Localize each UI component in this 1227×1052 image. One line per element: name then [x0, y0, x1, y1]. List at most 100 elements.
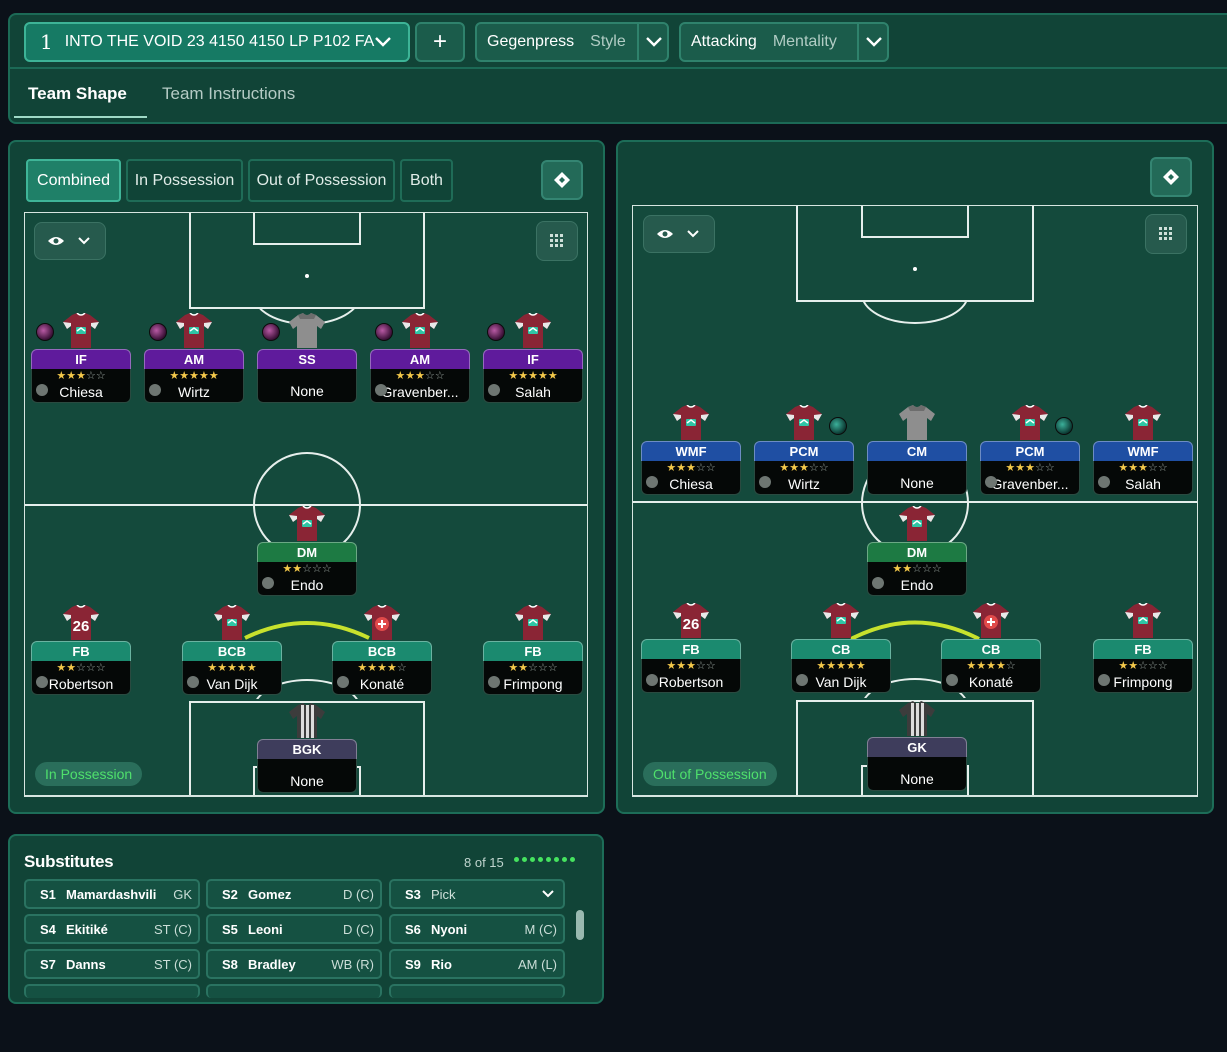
- substitute-slot[interactable]: [24, 984, 200, 998]
- role-rating-stars: ★★☆☆☆: [1118, 660, 1168, 672]
- player-card[interactable]: WMF ★★★☆☆ Chiesa: [641, 405, 741, 495]
- player-info: ★★★☆☆ Gravenber...: [370, 369, 470, 403]
- chevron-down-icon: [646, 37, 662, 47]
- player-card[interactable]: BCB ★★★★☆ Konaté: [332, 605, 432, 695]
- role-badge: WMF: [641, 441, 741, 461]
- player-info: None: [867, 757, 967, 791]
- role-badge: PCM: [980, 441, 1080, 461]
- substitute-name: Danns: [66, 956, 106, 972]
- player-card[interactable]: BGK None: [257, 703, 357, 793]
- role-badge: BGK: [257, 739, 357, 759]
- player-info: ★★★☆☆ Chiesa: [31, 369, 131, 403]
- shirt-icon: [1012, 405, 1048, 440]
- mentality-dropdown[interactable]: Attacking Mentality: [679, 22, 889, 62]
- instruction-indicator-icon: [149, 323, 167, 341]
- role-rating-stars: ★★★☆☆: [779, 462, 829, 474]
- role-badge: SS: [257, 349, 357, 369]
- substitutes-scrollbar[interactable]: [576, 910, 584, 940]
- instruction-indicator-icon: [1055, 417, 1073, 435]
- divider: [637, 24, 639, 60]
- grid-toggle[interactable]: [1145, 214, 1187, 254]
- substitute-slot[interactable]: [206, 984, 382, 998]
- view-in-possession[interactable]: In Possession: [126, 159, 243, 202]
- substitute-name: Gomez: [248, 886, 292, 902]
- role-badge: CB: [791, 639, 891, 659]
- tactics-board-icon: [554, 172, 570, 188]
- pitch-mode-label: In Possession: [35, 762, 143, 786]
- role-badge: IF: [31, 349, 131, 369]
- player-card[interactable]: FB ★★☆☆☆ Frimpong: [483, 605, 583, 695]
- player-card[interactable]: CB ★★★★☆ Konaté: [941, 603, 1041, 693]
- substitute-slot[interactable]: S1 Mamardashvili GK: [24, 879, 200, 909]
- instruction-indicator-icon: [829, 417, 847, 435]
- style-dropdown[interactable]: Gegenpress Style: [475, 22, 669, 62]
- role-badge: BCB: [182, 641, 282, 661]
- svg-text:26: 26: [73, 618, 90, 635]
- player-card[interactable]: DM ★★☆☆☆ Endo: [867, 506, 967, 596]
- player-card[interactable]: BCB ★★★★★ Van Dijk: [182, 605, 282, 695]
- substitute-slot[interactable]: S9 Rio AM (L): [389, 949, 565, 979]
- player-card[interactable]: CB ★★★★★ Van Dijk: [791, 603, 891, 693]
- player-info: ★★★☆☆ Wirtz: [754, 461, 854, 495]
- player-card[interactable]: DM ★★☆☆☆ Endo: [257, 506, 357, 596]
- style-label: Style: [590, 33, 626, 50]
- player-card[interactable]: 26 FB ★★☆☆☆ Robertson: [31, 605, 131, 695]
- visibility-toggle[interactable]: [34, 222, 106, 260]
- substitute-slot[interactable]: S2 Gomez D (C): [206, 879, 382, 909]
- grid-toggle[interactable]: [536, 221, 578, 261]
- role-badge: PCM: [754, 441, 854, 461]
- person-icon: [646, 476, 658, 488]
- player-card[interactable]: CM None: [867, 405, 967, 495]
- chevron-down-icon: [866, 37, 882, 47]
- mentality-label: Mentality: [772, 33, 837, 50]
- tactic-selector[interactable]: 1 INTO THE VOID 23 4150 4150 LP P102 FA: [24, 22, 410, 62]
- substitute-slot[interactable]: [389, 984, 565, 998]
- player-name: None: [900, 475, 934, 491]
- add-tactic-button[interactable]: +: [415, 22, 465, 62]
- role-rating-stars: ★★★☆☆: [56, 370, 106, 382]
- substitute-name: Bradley: [248, 956, 296, 972]
- substitute-position: D (C): [342, 921, 374, 937]
- tactic-number: 1: [40, 30, 53, 54]
- role-rating-stars: ★★☆☆☆: [508, 662, 558, 674]
- person-icon: [36, 676, 48, 688]
- substitute-slot[interactable]: S8 Bradley WB (R): [206, 949, 382, 979]
- player-card[interactable]: WMF ★★★☆☆ Salah: [1093, 405, 1193, 495]
- player-card[interactable]: FB ★★☆☆☆ Frimpong: [1093, 603, 1193, 693]
- substitute-slot[interactable]: S4 Ekitiké ST (C): [24, 914, 200, 944]
- tab-team-shape[interactable]: Team Shape: [28, 84, 127, 104]
- substitutes-dots: [514, 857, 575, 862]
- visibility-toggle[interactable]: [643, 215, 715, 253]
- tactics-board-button[interactable]: [1150, 157, 1192, 197]
- view-combined[interactable]: Combined: [26, 159, 121, 202]
- role-badge: AM: [370, 349, 470, 369]
- substitute-slot[interactable]: S3 Pick: [389, 879, 565, 909]
- player-info: ★★★★★ Van Dijk: [182, 661, 282, 695]
- player-card[interactable]: 26 FB ★★★☆☆ Robertson: [641, 603, 741, 693]
- view-both[interactable]: Both: [400, 159, 453, 202]
- role-badge: WMF: [1093, 441, 1193, 461]
- substitute-slot[interactable]: S7 Danns ST (C): [24, 949, 200, 979]
- substitute-position: WB (R): [331, 956, 374, 972]
- shirt-icon: [515, 313, 551, 348]
- person-icon: [946, 674, 958, 686]
- person-icon: [36, 384, 48, 396]
- substitute-slot[interactable]: S6 Nyoni M (C): [389, 914, 565, 944]
- player-info: ★★★★★ Salah: [483, 369, 583, 403]
- shirt-icon: [1125, 405, 1161, 440]
- player-info: None: [257, 759, 357, 793]
- tactics-board-button[interactable]: [541, 160, 583, 200]
- person-icon: [1098, 674, 1110, 686]
- tab-team-instructions[interactable]: Team Instructions: [162, 84, 295, 104]
- grid-icon: [550, 234, 563, 247]
- role-rating-stars: ★★☆☆☆: [282, 563, 332, 575]
- chevron-down-icon: [542, 890, 554, 898]
- player-info: ★★☆☆☆ Robertson: [31, 661, 131, 695]
- role-rating-stars: ★★★☆☆: [1118, 462, 1168, 474]
- chevron-down-icon: [375, 37, 391, 47]
- substitute-slot[interactable]: S5 Leoni D (C): [206, 914, 382, 944]
- substitute-slot-number: S4: [40, 921, 56, 937]
- view-out-of-possession[interactable]: Out of Possession: [248, 159, 395, 202]
- role-badge: CB: [941, 639, 1041, 659]
- player-card[interactable]: GK None: [867, 701, 967, 791]
